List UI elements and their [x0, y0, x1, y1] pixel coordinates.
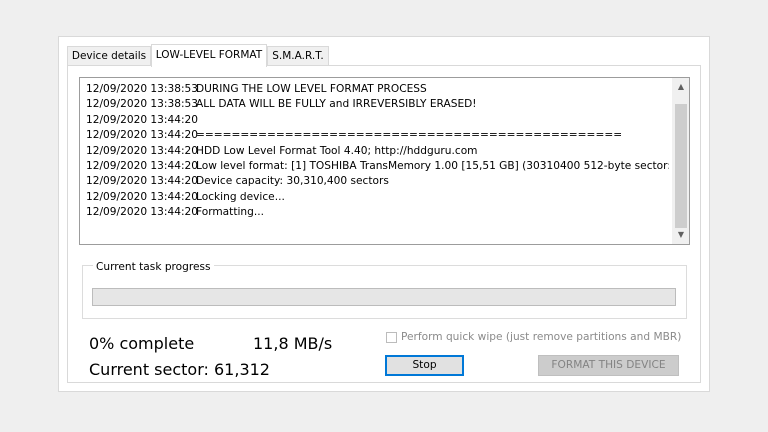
format-device-button[interactable]: FORMAT THIS DEVICE	[538, 355, 679, 376]
log-message: ALL DATA WILL BE FULLY and IRREVERSIBLY …	[196, 98, 477, 111]
log-message: Low level format: [1] TOSHIBA TransMemor…	[196, 159, 669, 172]
log-line: 12/09/2020 13:44:20HDD Low Level Format …	[86, 144, 669, 159]
low-level-format-panel: 12/09/2020 13:38:53DURING THE LOW LEVEL …	[67, 65, 701, 383]
log-timestamp: 12/09/2020 13:44:20	[86, 159, 199, 172]
log-message: Device capacity: 30,310,400 sectors	[196, 175, 389, 188]
chevron-up-icon[interactable]: ▲	[673, 80, 689, 94]
log-message: DURING THE LOW LEVEL FORMAT PROCESS	[196, 83, 427, 95]
log-timestamp: 12/09/2020 13:44:20	[86, 206, 199, 219]
log-timestamp: 12/09/2020 13:38:53	[86, 83, 199, 95]
current-sector: Current sector: 61,312	[89, 360, 270, 379]
percent-complete: 0% complete	[89, 334, 195, 353]
log-line: 12/09/2020 13:38:53ALL DATA WILL BE FULL…	[86, 97, 669, 112]
log-line: 12/09/2020 13:44:20Device capacity: 30,3…	[86, 174, 669, 189]
log-scrollbar[interactable]: ▲ ▼	[672, 78, 689, 244]
log-message: HDD Low Level Format Tool 4.40; http://h…	[196, 144, 478, 157]
tab-smart[interactable]: S.M.A.R.T.	[267, 46, 329, 66]
scrollbar-thumb[interactable]	[675, 104, 687, 228]
log-timestamp: 12/09/2020 13:44:20	[86, 190, 199, 203]
log-message: Locking device...	[196, 190, 285, 203]
log-message: Formatting...	[196, 206, 264, 219]
log-timestamp: 12/09/2020 13:44:20	[86, 144, 199, 157]
log-line: 12/09/2020 13:44:20Low level format: [1]…	[86, 159, 669, 174]
log-lines: 12/09/2020 13:38:53DURING THE LOW LEVEL …	[86, 82, 669, 221]
log-line: 12/09/2020 13:44:20=====================…	[86, 128, 669, 143]
log-timestamp: 12/09/2020 13:38:53	[86, 98, 199, 111]
progress-bar	[92, 288, 676, 306]
tab-device-details[interactable]: Device details	[67, 46, 151, 66]
quick-wipe-checkbox[interactable]: Perform quick wipe (just remove partitio…	[386, 331, 681, 343]
log-timestamp: 12/09/2020 13:44:20	[86, 175, 199, 188]
format-window: Device details LOW-LEVEL FORMAT S.M.A.R.…	[58, 36, 710, 392]
transfer-speed: 11,8 MB/s	[253, 334, 333, 353]
tab-low-level-format[interactable]: LOW-LEVEL FORMAT	[151, 44, 267, 67]
stop-button[interactable]: Stop	[385, 355, 464, 376]
log-message: ========================================…	[196, 129, 623, 142]
log-listbox[interactable]: 12/09/2020 13:38:53DURING THE LOW LEVEL …	[79, 77, 690, 245]
quick-wipe-label: Perform quick wipe (just remove partitio…	[401, 331, 682, 343]
chevron-down-icon[interactable]: ▼	[673, 228, 689, 242]
log-line: 12/09/2020 13:44:20	[86, 113, 669, 128]
log-line: 12/09/2020 13:38:53DURING THE LOW LEVEL …	[86, 82, 669, 97]
progress-group: Current task progress	[82, 261, 687, 319]
checkbox-box[interactable]	[386, 331, 397, 343]
log-timestamp: 12/09/2020 13:44:20	[86, 113, 199, 126]
log-line: 12/09/2020 13:44:20Locking device...	[86, 190, 669, 205]
log-line: 12/09/2020 13:44:20Formatting...	[86, 205, 669, 220]
log-timestamp: 12/09/2020 13:44:20	[86, 129, 199, 142]
progress-label: Current task progress	[93, 261, 214, 273]
